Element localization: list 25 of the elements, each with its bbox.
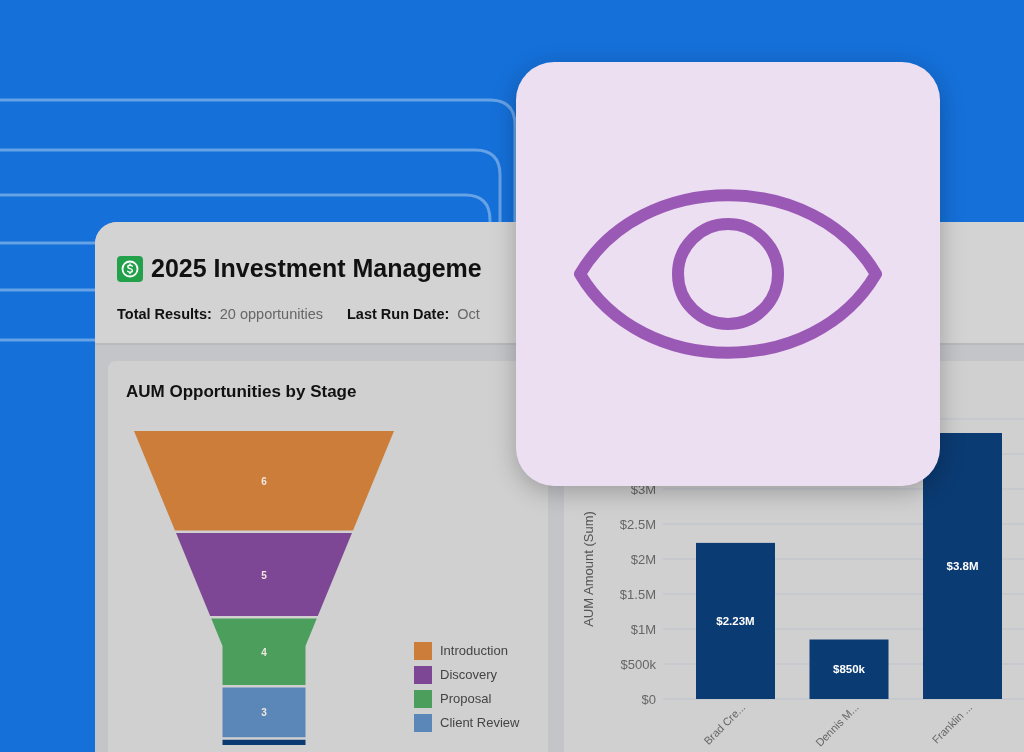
- axis-tick-label: $2M: [630, 552, 656, 567]
- legend-label: Client Review: [440, 713, 520, 732]
- segment-value: 3: [261, 706, 267, 718]
- legend-label: Introduction: [440, 641, 508, 660]
- legend-label: Discovery: [440, 665, 498, 684]
- legend-label: Proposal: [440, 689, 492, 708]
- bar-value-label: $3.8M: [946, 560, 979, 572]
- field-value: 20 opportunities: [219, 304, 323, 324]
- axis-title: AUM Amount (Sum): [581, 511, 596, 627]
- report-title: 2025 Investment Manageme: [151, 253, 482, 284]
- axis-tick-label: $2.5M: [619, 517, 656, 532]
- segment-value: 6: [261, 475, 267, 487]
- bar-value-label: $850k: [833, 663, 865, 676]
- segment-value: 4: [261, 646, 267, 658]
- bar-value-label: $2.23M: [716, 614, 755, 627]
- segment-value: 5: [261, 569, 267, 581]
- field-label: Last Run Date:: [347, 304, 450, 324]
- chart-title: AUM Opportunities by Stage: [126, 381, 358, 403]
- axis-tick-label: $500k: [620, 657, 656, 672]
- axis-tick-label: $0: [641, 692, 656, 707]
- field-label: Total Results:: [117, 304, 212, 324]
- axis-tick-label: $1.5M: [619, 587, 656, 602]
- field-value: Oct: [457, 304, 480, 324]
- axis-tick-label: $1M: [630, 622, 656, 637]
- dollar-icon: [117, 255, 143, 282]
